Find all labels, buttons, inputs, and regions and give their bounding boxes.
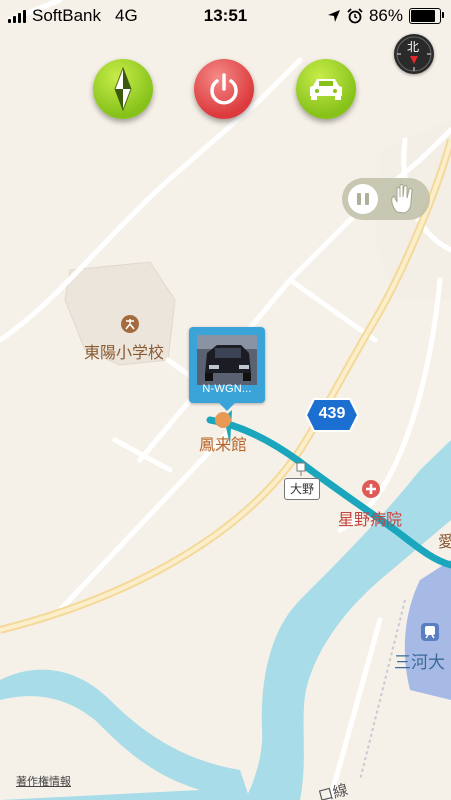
compass-needle-icon	[114, 66, 132, 112]
hall-icon	[215, 412, 231, 428]
hall-label[interactable]: 鳳来館	[199, 431, 247, 455]
hospital-label[interactable]: 星野病院	[338, 506, 402, 530]
compass-mode-button[interactable]	[93, 59, 153, 119]
railway	[359, 599, 406, 781]
hospital-icon	[362, 480, 380, 498]
pause-button[interactable]	[348, 184, 378, 214]
power-icon	[210, 73, 238, 105]
car-photo-icon	[197, 335, 257, 385]
car-thumbnail	[197, 335, 257, 385]
battery-percent: 86%	[368, 6, 403, 25]
alarm-icon	[347, 8, 363, 24]
car-icon	[310, 79, 342, 100]
status-bar: SoftBank 4G 13:51 86%	[0, 0, 451, 32]
screen: SoftBank 4G 13:51 86% 北 東陽小学校 鳳来館 星野病院 愛…	[0, 0, 451, 800]
station-label[interactable]: 三河大	[394, 648, 445, 673]
place-sign: 大野	[284, 478, 320, 500]
tracking-controls	[342, 178, 430, 220]
copyright-link[interactable]: 著作権情報	[16, 773, 71, 789]
school-icon	[121, 315, 139, 333]
edge-label: 愛	[438, 532, 451, 551]
car-marker-pointer-icon	[217, 401, 237, 411]
location-arrow-icon	[327, 10, 340, 22]
pause-icon	[357, 193, 361, 205]
school-label[interactable]: 東陽小学校	[84, 339, 164, 363]
car-mode-button[interactable]	[296, 59, 356, 119]
car-name: N-WGN...	[202, 383, 252, 395]
train-station-icon	[421, 623, 439, 641]
status-right-group: 86%	[327, 6, 444, 26]
route-439-shield: 439	[304, 397, 360, 433]
car-marker[interactable]: N-WGN...	[189, 327, 265, 411]
route-number: 439	[318, 405, 346, 422]
hand-icon[interactable]	[388, 182, 422, 216]
compass-rose[interactable]: 北	[394, 34, 434, 74]
power-button[interactable]	[194, 59, 254, 119]
battery-icon	[409, 8, 444, 24]
compass-north-label: 北	[407, 40, 420, 54]
sign-marker-icon	[296, 462, 306, 476]
